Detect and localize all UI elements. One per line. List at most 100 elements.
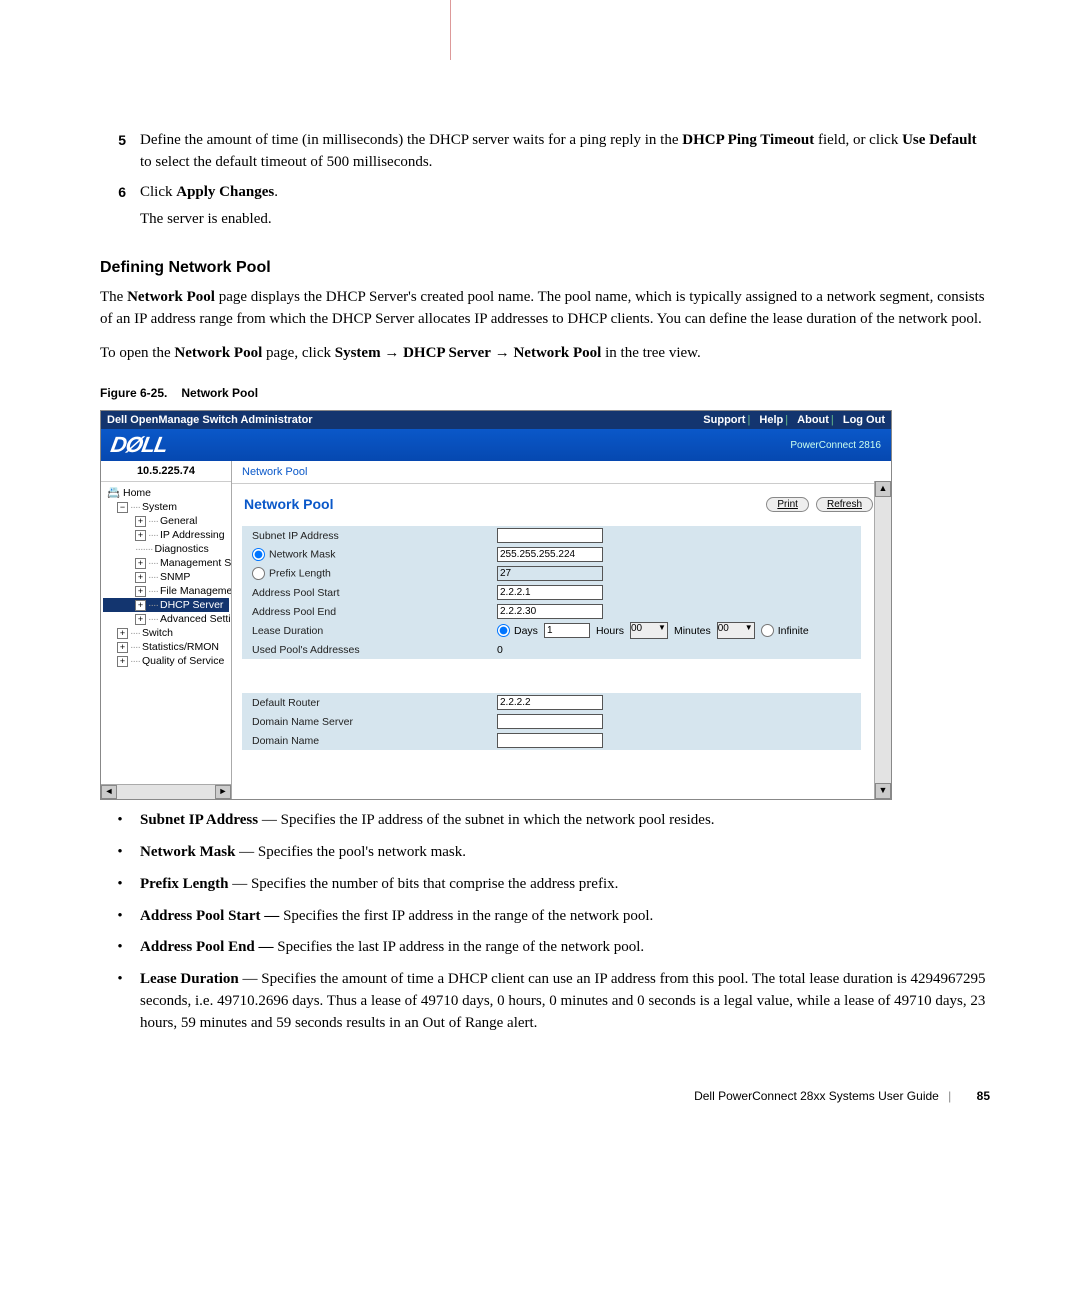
- dns-label: Domain Name Server: [252, 716, 497, 728]
- infinite-label: Infinite: [778, 625, 809, 637]
- tree-snmp[interactable]: +····SNMP: [103, 570, 229, 584]
- scroll-right-icon[interactable]: ►: [215, 785, 231, 799]
- text: →: [381, 345, 404, 361]
- step-body: Click Apply Changes. The server is enabl…: [140, 182, 990, 232]
- pool-start-input[interactable]: [497, 585, 603, 600]
- used-addresses-label: Used Pool's Addresses: [252, 644, 497, 656]
- label: Network Mask: [269, 549, 336, 561]
- nav-tree: 📇 Home −····System +····General +····IP …: [101, 482, 231, 672]
- prefix-length-radio[interactable]: [252, 567, 265, 580]
- figure-title: Network Pool: [181, 386, 258, 400]
- list-item: •Address Pool End — Specifies the last I…: [100, 937, 990, 959]
- tree-ip-addressing[interactable]: +····IP Addressing: [103, 528, 229, 542]
- tree-dhcp-server[interactable]: +····DHCP Server: [103, 598, 229, 612]
- pool-end-input[interactable]: [497, 604, 603, 619]
- bold-text: Apply Changes: [176, 184, 274, 200]
- tree-advanced[interactable]: +····Advanced Settin: [103, 612, 229, 626]
- section-heading: Defining Network Pool: [100, 259, 990, 277]
- network-mask-label: Network Mask: [252, 548, 497, 561]
- lease-infinite-radio[interactable]: [761, 624, 774, 637]
- bold-text: DHCP Server: [403, 345, 491, 361]
- tree-general[interactable]: +····General: [103, 514, 229, 528]
- list-item: •Subnet IP Address — Specifies the IP ad…: [100, 810, 990, 832]
- bold-text: DHCP Ping Timeout: [682, 132, 814, 148]
- bullet-icon: •: [100, 906, 140, 928]
- bullet-icon: •: [100, 842, 140, 864]
- dns-input[interactable]: [497, 714, 603, 729]
- term: Subnet IP Address: [140, 812, 258, 828]
- step-result: The server is enabled.: [140, 209, 990, 231]
- default-router-input[interactable]: [497, 695, 603, 710]
- brand-bar: DØLL PowerConnect 2816: [101, 429, 891, 461]
- footer-title: Dell PowerConnect 28xx Systems User Guid…: [694, 1089, 939, 1103]
- paragraph: To open the Network Pool page, click Sys…: [100, 343, 990, 365]
- text: Specifies the first IP address in the ra…: [279, 908, 653, 924]
- tree-diagnostics[interactable]: ·······Diagnostics: [103, 542, 229, 556]
- scroll-down-icon[interactable]: ▼: [875, 783, 891, 799]
- support-link[interactable]: Support: [703, 414, 745, 426]
- print-button[interactable]: Print: [766, 497, 809, 512]
- hours-select[interactable]: 00: [630, 622, 668, 639]
- bold-text: System: [335, 345, 381, 361]
- help-link[interactable]: Help: [759, 414, 783, 426]
- model-label: PowerConnect 2816: [790, 440, 881, 451]
- tree-statistics[interactable]: +····Statistics/RMON: [103, 640, 229, 654]
- sidebar-scrollbar[interactable]: ◄ ►: [101, 784, 231, 799]
- text: field, or click: [814, 132, 902, 148]
- text: Define the amount of time (in millisecon…: [140, 132, 682, 148]
- tree-home[interactable]: 📇 Home: [103, 486, 229, 500]
- field-definitions-list: •Subnet IP Address — Specifies the IP ad…: [100, 810, 990, 1034]
- scroll-up-icon[interactable]: ▲: [875, 481, 891, 497]
- bullet-icon: •: [100, 874, 140, 896]
- text: page displays the DHCP Server's created …: [100, 289, 985, 327]
- step-5: 5 Define the amount of time (in millisec…: [100, 130, 990, 174]
- bold-text: Use Default: [902, 132, 977, 148]
- label: System: [142, 501, 177, 513]
- page-title: Network Pool: [244, 496, 333, 512]
- device-ip: 10.5.225.74: [101, 461, 231, 482]
- tree-system[interactable]: −····System: [103, 500, 229, 514]
- tree-qos[interactable]: +····Quality of Service: [103, 654, 229, 668]
- bullet-icon: •: [100, 937, 140, 959]
- value: 00: [718, 623, 729, 634]
- prefix-length-input[interactable]: [497, 566, 603, 581]
- subnet-ip-input[interactable]: [497, 528, 603, 543]
- tree-switch[interactable]: +····Switch: [103, 626, 229, 640]
- refresh-button[interactable]: Refresh: [816, 497, 873, 512]
- term: Prefix Length: [140, 876, 228, 892]
- value: 00: [631, 623, 642, 634]
- used-addresses-value: 0: [497, 644, 503, 656]
- text: — Specifies the IP address of the subnet…: [258, 812, 714, 828]
- list-item: •Lease Duration — Specifies the amount o…: [100, 969, 990, 1034]
- network-mask-radio[interactable]: [252, 548, 265, 561]
- step-number: 5: [100, 130, 140, 174]
- step-list: 5 Define the amount of time (in millisec…: [100, 130, 990, 231]
- label: File Managemer: [160, 585, 231, 597]
- label: General: [160, 515, 197, 527]
- logout-link[interactable]: Log Out: [843, 414, 885, 426]
- label: Management Se: [160, 557, 231, 569]
- label: DHCP Server: [160, 599, 223, 611]
- network-mask-input[interactable]: [497, 547, 603, 562]
- page-footer: Dell PowerConnect 28xx Systems User Guid…: [100, 1089, 990, 1103]
- lease-days-radio[interactable]: [497, 624, 510, 637]
- figure-number: Figure 6-25.: [100, 386, 167, 400]
- days-label: Days: [514, 625, 538, 637]
- about-link[interactable]: About: [797, 414, 829, 426]
- bold-text: Network Pool: [513, 345, 601, 361]
- scroll-left-icon[interactable]: ◄: [101, 785, 117, 799]
- label: Quality of Service: [142, 655, 224, 667]
- page-rule: [450, 0, 451, 60]
- text: The: [100, 289, 127, 305]
- form-panel-1: Subnet IP Address Network Mask Prefix Le…: [242, 526, 861, 659]
- nav-sidebar: 10.5.225.74 📇 Home −····System +····Gene…: [101, 461, 232, 799]
- main-scrollbar[interactable]: ▲ ▼: [874, 481, 891, 799]
- tree-management[interactable]: +····Management Se: [103, 556, 229, 570]
- tree-file-management[interactable]: +····File Managemer: [103, 584, 229, 598]
- text: Click: [140, 184, 176, 200]
- domain-name-input[interactable]: [497, 733, 603, 748]
- minutes-select[interactable]: 00: [717, 622, 755, 639]
- figure-caption: Figure 6-25. Network Pool: [100, 386, 990, 400]
- days-input[interactable]: [544, 623, 590, 638]
- window-title: Dell OpenManage Switch Administrator: [107, 411, 313, 429]
